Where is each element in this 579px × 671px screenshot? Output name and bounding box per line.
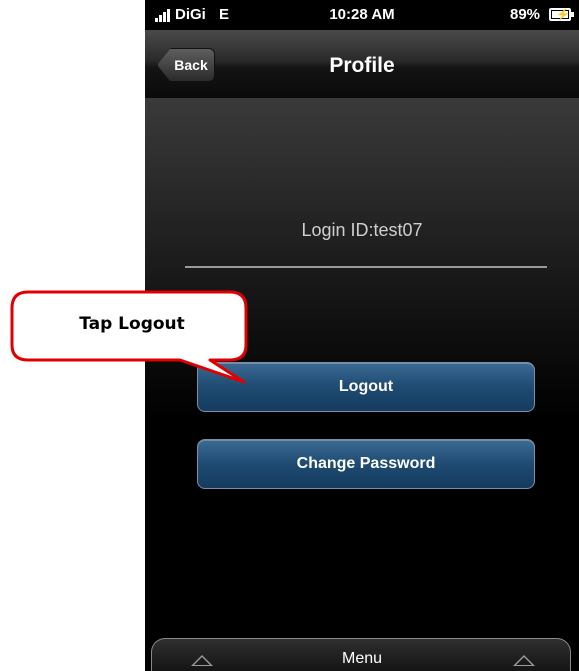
battery-charging-icon: ⚡: [549, 8, 574, 21]
status-bar: DiGi E 10:28 AM 89% ⚡: [145, 0, 579, 30]
profile-content: Login ID:test07 Logout Change Password: [145, 98, 579, 638]
navigation-bar: Back Profile: [145, 30, 579, 99]
battery-percentage: 89%: [510, 6, 541, 23]
phone-screen: DiGi E 10:28 AM 89% ⚡ Back Profile Login…: [145, 0, 579, 671]
logout-button[interactable]: Logout: [197, 362, 535, 412]
change-password-button[interactable]: Change Password: [197, 439, 535, 489]
login-id-label: Login ID:test07: [301, 220, 423, 240]
menu-up-arrow-right-icon[interactable]: [513, 655, 535, 666]
callout-text: Tap Logout: [79, 314, 185, 334]
bottom-menu-bar[interactable]: Menu: [145, 638, 579, 671]
divider: [185, 266, 547, 268]
page-title: Profile: [329, 54, 395, 77]
